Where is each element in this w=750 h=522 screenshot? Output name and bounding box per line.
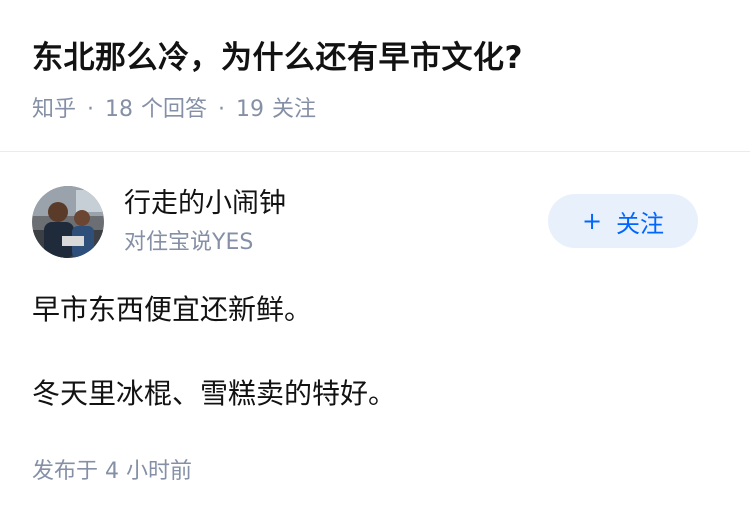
question-title[interactable]: 东北那么冷，为什么还有早市文化? bbox=[32, 34, 523, 82]
answers-count: 18 bbox=[105, 97, 134, 122]
follow-button[interactable]: + 关注 bbox=[548, 194, 698, 248]
plus-icon: + bbox=[581, 207, 603, 235]
followers-label: 关注 bbox=[272, 97, 317, 122]
question-meta: 知乎 · 18 个回答 · 19 关注 bbox=[32, 94, 316, 126]
meta-separator: · bbox=[87, 97, 95, 122]
author-bio: 对住宝说YES bbox=[124, 230, 254, 255]
source-label[interactable]: 知乎 bbox=[32, 97, 76, 122]
user-avatar-photo-icon bbox=[32, 186, 104, 258]
publish-time: 发布于 4 小时前 bbox=[32, 459, 192, 484]
author-avatar[interactable] bbox=[32, 186, 104, 258]
answers-label: 个回答 bbox=[141, 97, 208, 122]
followers-count: 19 bbox=[236, 97, 265, 122]
answer-paragraph: 冬天里冰棍、雪糕卖的特好。 bbox=[32, 377, 397, 410]
follow-button-label: 关注 bbox=[616, 209, 665, 238]
question-header: 东北那么冷，为什么还有早市文化? 知乎 · 18 个回答 · 19 关注 bbox=[0, 0, 750, 152]
meta-separator: · bbox=[218, 97, 226, 122]
author-name[interactable]: 行走的小闹钟 bbox=[124, 186, 286, 222]
answer-paragraph: 早市东西便宜还新鲜。 bbox=[32, 293, 313, 326]
